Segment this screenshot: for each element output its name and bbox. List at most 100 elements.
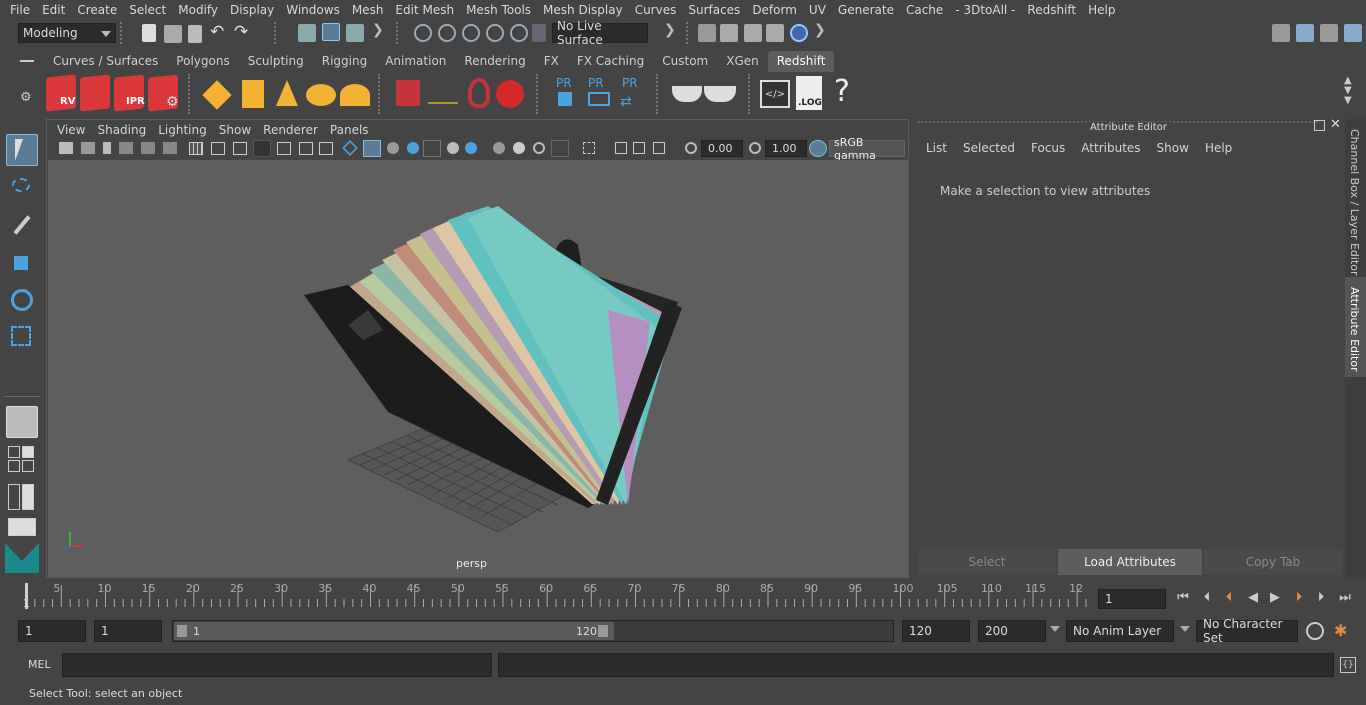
exposure-icon[interactable] [685, 142, 697, 154]
xray-icon[interactable] [423, 140, 441, 157]
shelf-tab-animation[interactable]: Animation [376, 51, 455, 72]
go-to-start-icon[interactable]: ⏮ [1174, 588, 1192, 606]
play-backwards-icon[interactable]: ◀ [1244, 588, 1262, 606]
redshift-dome-light-icon[interactable] [306, 84, 336, 106]
go-to-end-icon[interactable]: ⏭ [1336, 588, 1354, 606]
attribute-editor-menu-help[interactable]: Help [1197, 141, 1240, 155]
redshift-spot-light-icon[interactable] [276, 80, 298, 106]
playback-start-field[interactable]: 1 [94, 620, 162, 642]
camera-icon[interactable] [59, 142, 73, 154]
viewport-menu-lighting[interactable]: Lighting [152, 123, 213, 137]
menu-curves[interactable]: Curves [629, 3, 683, 17]
attribute-editor-menu-list[interactable]: List [918, 141, 955, 155]
attribute-editor-menu-selected[interactable]: Selected [955, 141, 1023, 155]
open-scene-icon[interactable] [164, 25, 182, 43]
view-transform-field[interactable]: sRGB gamma [829, 136, 905, 162]
gamma-field[interactable]: 1.00 [765, 140, 807, 157]
command-input[interactable] [62, 653, 492, 677]
workspace-icon[interactable] [1272, 24, 1290, 42]
tool-settings-toggle-icon[interactable] [1344, 24, 1362, 42]
snap-view-plane-icon[interactable] [486, 24, 504, 42]
code-editor-icon[interactable]: </> [760, 80, 790, 108]
gamma-icon[interactable] [749, 142, 761, 154]
pr-export-icon[interactable] [588, 92, 610, 106]
pr-convert-icon[interactable]: ⇄ [620, 94, 632, 110]
shelf-tab-fx[interactable]: FX [535, 51, 568, 72]
menu-mesh-tools[interactable]: Mesh Tools [460, 3, 537, 17]
select-component-icon[interactable] [346, 24, 364, 42]
redo-icon[interactable]: ↷ [234, 22, 248, 42]
menu-mesh[interactable]: Mesh [346, 3, 390, 17]
shelf-tab-sculpting[interactable]: Sculpting [239, 51, 313, 72]
menu-3dtoall[interactable]: - 3DtoAll - [949, 3, 1021, 17]
menu-edit-mesh[interactable]: Edit Mesh [389, 3, 460, 17]
render-settings-icon[interactable] [766, 24, 784, 42]
graph-layout-icon[interactable] [8, 518, 36, 536]
outliner-layout-icon[interactable] [8, 484, 36, 510]
bookmark-icon[interactable] [103, 142, 111, 154]
time-slider[interactable]: 1510152025303540455055606570758085909510… [18, 581, 1090, 611]
image-plane-icon[interactable] [119, 142, 133, 154]
float-panel-icon[interactable] [1314, 120, 1325, 131]
smooth-shade-icon[interactable] [363, 140, 381, 157]
menu-modify[interactable]: Modify [172, 3, 224, 17]
snap-live-icon[interactable] [510, 24, 528, 42]
select-tool-icon[interactable] [6, 134, 38, 166]
snap-grid-icon[interactable] [414, 24, 432, 42]
animation-preferences-icon[interactable]: ✱ [1334, 621, 1347, 640]
grease-pencil-icon[interactable] [141, 142, 155, 154]
attribute-editor-menu-show[interactable]: Show [1149, 141, 1197, 155]
motion-blur-icon[interactable] [513, 142, 525, 154]
menu-create[interactable]: Create [71, 3, 123, 17]
load-attributes-button[interactable]: Load Attributes [1058, 549, 1202, 575]
attribute-editor-toggle-icon[interactable] [1320, 24, 1338, 42]
film-gate-icon[interactable] [211, 142, 225, 155]
menu-cache[interactable]: Cache [900, 3, 949, 17]
exposure-field[interactable]: 0.00 [701, 140, 743, 157]
menu-file[interactable]: File [4, 3, 36, 17]
screen-space-ao-icon[interactable] [493, 142, 505, 154]
shelf-menu-icon[interactable] [20, 60, 34, 62]
backface-culling-icon[interactable] [653, 142, 665, 154]
safe-action-icon[interactable] [299, 142, 313, 155]
animation-start-field[interactable]: 1 [18, 620, 86, 642]
bake-icon[interactable] [672, 86, 702, 102]
paint-select-tool-icon[interactable] [6, 210, 38, 242]
grid-icon[interactable] [189, 142, 203, 155]
undo-icon[interactable]: ↶ [210, 22, 224, 42]
auto-key-icon[interactable] [1306, 622, 1324, 640]
viewport-menu-shading[interactable]: Shading [91, 123, 152, 137]
snap-point-icon[interactable] [462, 24, 480, 42]
render-frame-icon[interactable] [720, 24, 738, 42]
shelf-tab-xgen[interactable]: XGen [717, 51, 768, 72]
shelf-tab-redshift[interactable]: Redshift [767, 51, 835, 72]
gate-mask-icon[interactable] [253, 140, 271, 157]
chevron-down-icon[interactable] [1180, 626, 1190, 632]
save-scene-icon[interactable] [188, 25, 202, 43]
menu-windows[interactable]: Windows [280, 3, 346, 17]
maya-logo-icon[interactable] [5, 543, 39, 573]
menu-surfaces[interactable]: Surfaces [682, 3, 746, 17]
menu-display[interactable]: Display [224, 3, 280, 17]
channel-box-toggle-icon[interactable] [1296, 24, 1314, 42]
depth-of-field-icon[interactable] [551, 140, 569, 157]
shelf-tab-curves-surfaces[interactable]: Curves / Surfaces [44, 51, 167, 72]
bake-set-icon[interactable] [704, 86, 736, 102]
menu-help[interactable]: Help [1082, 3, 1121, 17]
use-all-lights-icon[interactable] [447, 142, 459, 154]
shelf-tab-fx-caching[interactable]: FX Caching [568, 51, 653, 72]
close-icon[interactable]: ✕ [1330, 117, 1341, 132]
move-tool-icon[interactable] [6, 248, 38, 280]
current-frame-field[interactable]: 1 [1098, 589, 1166, 609]
four-view-layout-icon[interactable] [8, 446, 36, 472]
copy-tab-button[interactable]: Copy Tab [1204, 549, 1342, 575]
shelf-scroll-arrows[interactable]: ▲ ▼ ▼ [1344, 76, 1352, 106]
menu-generate[interactable]: Generate [832, 3, 900, 17]
menu-redshift[interactable]: Redshift [1021, 3, 1082, 17]
chevron-right-icon[interactable]: ❯ [664, 22, 676, 38]
play-forwards-icon[interactable]: ▶ [1266, 588, 1284, 606]
color-management-icon[interactable] [809, 140, 827, 157]
viewport-menu-view[interactable]: View [51, 123, 91, 137]
live-surface-field[interactable]: No Live Surface [552, 19, 648, 47]
render-history-icon[interactable] [698, 24, 716, 42]
